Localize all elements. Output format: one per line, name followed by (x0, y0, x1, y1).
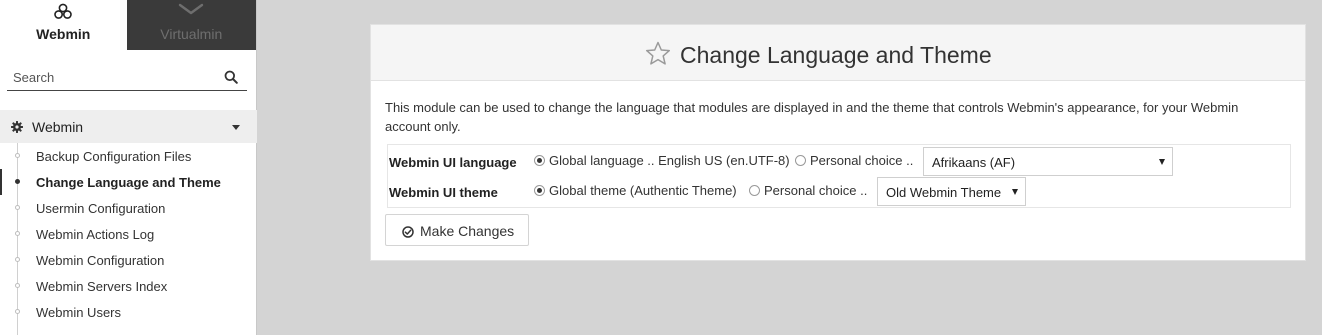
settings-form: Webmin UI language Global language .. En… (387, 144, 1291, 208)
theme-label: Webmin UI theme (389, 185, 498, 200)
sidebar-item-webmin-actions-log[interactable]: Webmin Actions Log (0, 221, 257, 247)
sidebar-item-webmin-users[interactable]: Webmin Users (0, 299, 257, 325)
sidebar-item-label: Change Language and Theme (36, 175, 221, 190)
tree-bullet (15, 283, 20, 288)
tree-bullet (15, 257, 20, 262)
sidebar-item-label: Webmin Actions Log (36, 227, 155, 242)
personal-theme-radio[interactable] (749, 185, 760, 196)
category-label: Webmin (32, 119, 84, 135)
language-label: Webmin UI language (389, 155, 517, 170)
make-changes-label: Make Changes (420, 223, 515, 239)
sidebar-item-backup-configuration-files[interactable]: Backup Configuration Files (0, 143, 257, 169)
check-circle-icon (402, 225, 414, 243)
sidebar-item-change-language-and-theme[interactable]: Change Language and Theme (0, 169, 257, 195)
sidebar-item-label: Webmin Users (36, 305, 122, 320)
theme-row: Webmin UI theme Global theme (Authentic … (388, 176, 1290, 206)
search-box (7, 64, 247, 91)
sidebar-item-label: Webmin Servers Index (36, 279, 168, 294)
language-select[interactable]: Afrikaans (AF) (923, 147, 1173, 176)
sidebar: Webmin Virtualmin Search Webmin Backup C… (0, 0, 257, 335)
sidebar-item-webmin-servers-index[interactable]: Webmin Servers Index (0, 273, 257, 299)
category-webmin[interactable]: Webmin (0, 110, 257, 143)
tree-bullet (15, 179, 20, 184)
sidebar-item-webmin-configuration[interactable]: Webmin Configuration (0, 247, 257, 273)
dropdown-arrow-icon (1159, 159, 1165, 165)
personal-theme-option[interactable]: Personal choice .. (764, 183, 867, 198)
language-select-value: Afrikaans (AF) (932, 155, 1016, 170)
module-panel: Change Language and Theme This module ca… (370, 24, 1306, 261)
global-theme-option[interactable]: Global theme (Authentic Theme) (549, 183, 737, 198)
global-language-option[interactable]: Global language .. English US (en.UTF-8) (549, 153, 790, 168)
gear-icon (11, 120, 23, 138)
search-icon[interactable] (224, 70, 238, 89)
sidebar-item-label: Backup Configuration Files (36, 149, 192, 164)
theme-select[interactable]: Old Webmin Theme (877, 177, 1026, 206)
theme-select-value: Old Webmin Theme (886, 185, 1002, 200)
search-input[interactable] (7, 64, 217, 90)
sidebar-item-label: Usermin Configuration (36, 201, 166, 216)
personal-language-radio[interactable] (795, 155, 806, 166)
module-description: This module can be used to change the la… (385, 100, 1239, 134)
webmin-tab[interactable]: Webmin (0, 0, 127, 50)
global-theme-radio[interactable] (534, 185, 545, 196)
star-icon[interactable] (645, 41, 671, 71)
page-title: Change Language and Theme (680, 42, 992, 68)
panel-header: Change Language and Theme (371, 25, 1305, 81)
tree-bullet (15, 205, 20, 210)
make-changes-button[interactable]: Make Changes (385, 214, 529, 246)
tree-bullet (15, 153, 20, 158)
sidebar-item-label: Webmin Configuration (36, 253, 165, 268)
sidebar-item-usermin-configuration[interactable]: Usermin Configuration (0, 195, 257, 221)
virtualmin-tab[interactable]: Virtualmin (126, 0, 256, 50)
dropdown-arrow-icon (1012, 189, 1018, 195)
personal-language-option[interactable]: Personal choice .. (810, 153, 913, 168)
product-switcher: Webmin Virtualmin (0, 0, 256, 50)
tree-bullet (15, 231, 20, 236)
webmin-logo-icon (53, 2, 73, 27)
module-list: Backup Configuration Files Change Langua… (0, 143, 257, 335)
language-row: Webmin UI language Global language .. En… (388, 146, 1290, 176)
chevron-down-icon (178, 2, 204, 21)
caret-down-icon (232, 125, 240, 130)
global-language-radio[interactable] (534, 155, 545, 166)
active-marker (0, 169, 2, 195)
webmin-tab-label: Webmin (36, 26, 91, 42)
virtualmin-tab-label: Virtualmin (160, 26, 223, 42)
tree-bullet (15, 309, 20, 314)
